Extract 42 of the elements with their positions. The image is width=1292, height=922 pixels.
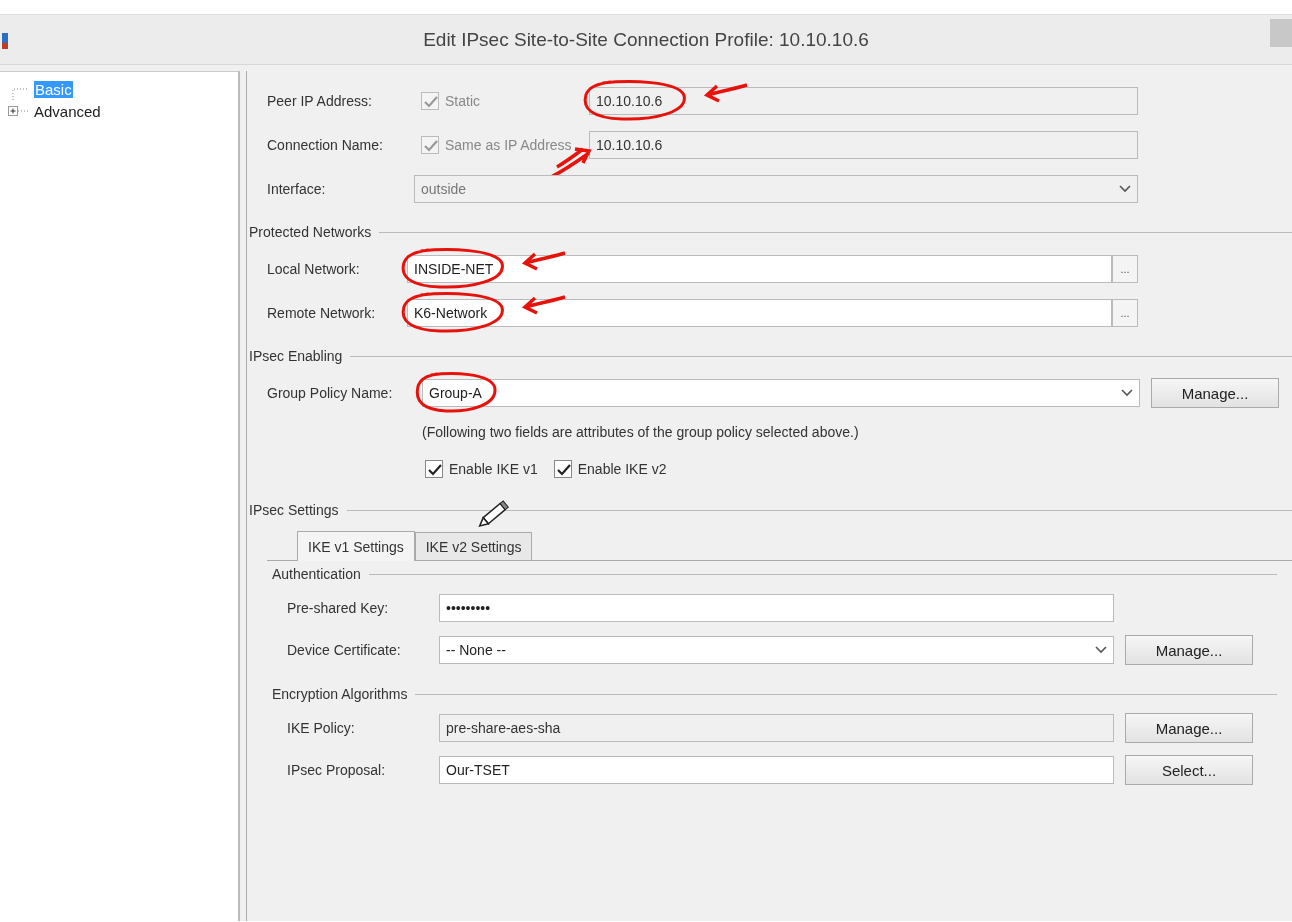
dropdown-field[interactable]: Group-A <box>422 379 1140 407</box>
checkbox[interactable] <box>425 460 443 478</box>
group-heading: Encryption Algorithms <box>272 686 408 702</box>
field-label: Device Certificate: <box>287 642 402 658</box>
checkbox-label: Enable IKE v2 <box>577 461 667 477</box>
manage-button[interactable]: Select... <box>1125 755 1253 785</box>
checkbox-label: Static <box>445 93 480 109</box>
field-label: Pre-shared Key: <box>287 600 390 616</box>
input-field[interactable]: Our-TSET <box>439 756 1114 784</box>
field-label: Connection Name: <box>267 137 384 153</box>
browse-button[interactable]: ... <box>1112 299 1138 327</box>
tab[interactable]: IKE v2 Settings <box>414 532 533 560</box>
field-label: IPsec Proposal: <box>287 762 387 778</box>
browse-button[interactable]: ... <box>1112 255 1138 283</box>
field-label: Group Policy Name: <box>267 385 394 401</box>
checkbox-label: Same as IP Address <box>445 137 572 153</box>
manage-button[interactable]: Manage... <box>1125 635 1253 665</box>
tree-line-icon <box>12 88 28 100</box>
checkbox-label: Enable IKE v1 <box>449 461 538 477</box>
field-label: Interface: <box>267 181 327 197</box>
tree-item[interactable]: Advanced <box>34 102 101 120</box>
field-label: Peer IP Address: <box>267 93 373 109</box>
chevron-down-icon <box>1119 185 1131 193</box>
hint-text: (Following two fields are attributes of the group policy selected above.) <box>421 424 859 440</box>
chevron-down-icon <box>1095 646 1107 654</box>
checkbox[interactable] <box>553 460 572 478</box>
manage-button[interactable]: Manage... <box>1151 378 1279 408</box>
input-field[interactable]: INSIDE-NET <box>407 255 1112 283</box>
dropdown-field[interactable]: -- None -- <box>439 636 1114 664</box>
section-heading: Protected Networks <box>249 224 372 240</box>
section-heading: IPsec Settings <box>249 502 339 518</box>
input-field[interactable]: ••••••••• <box>439 594 1114 622</box>
input-field[interactable]: K6-Network <box>407 299 1112 327</box>
group-heading: Authentication <box>272 566 361 582</box>
field-label: Remote Network: <box>267 305 377 321</box>
section-heading: IPsec Enabling <box>249 348 343 364</box>
window-title: Edit IPsec Site-to-Site Connection Profile: 10.10.10.6 <box>422 28 870 51</box>
app-icon <box>0 31 10 51</box>
field-label: IKE Policy: <box>287 720 356 736</box>
tab[interactable]: IKE v1 Settings <box>297 531 415 561</box>
chevron-down-icon <box>1121 389 1133 397</box>
field-label: Local Network: <box>267 261 361 277</box>
